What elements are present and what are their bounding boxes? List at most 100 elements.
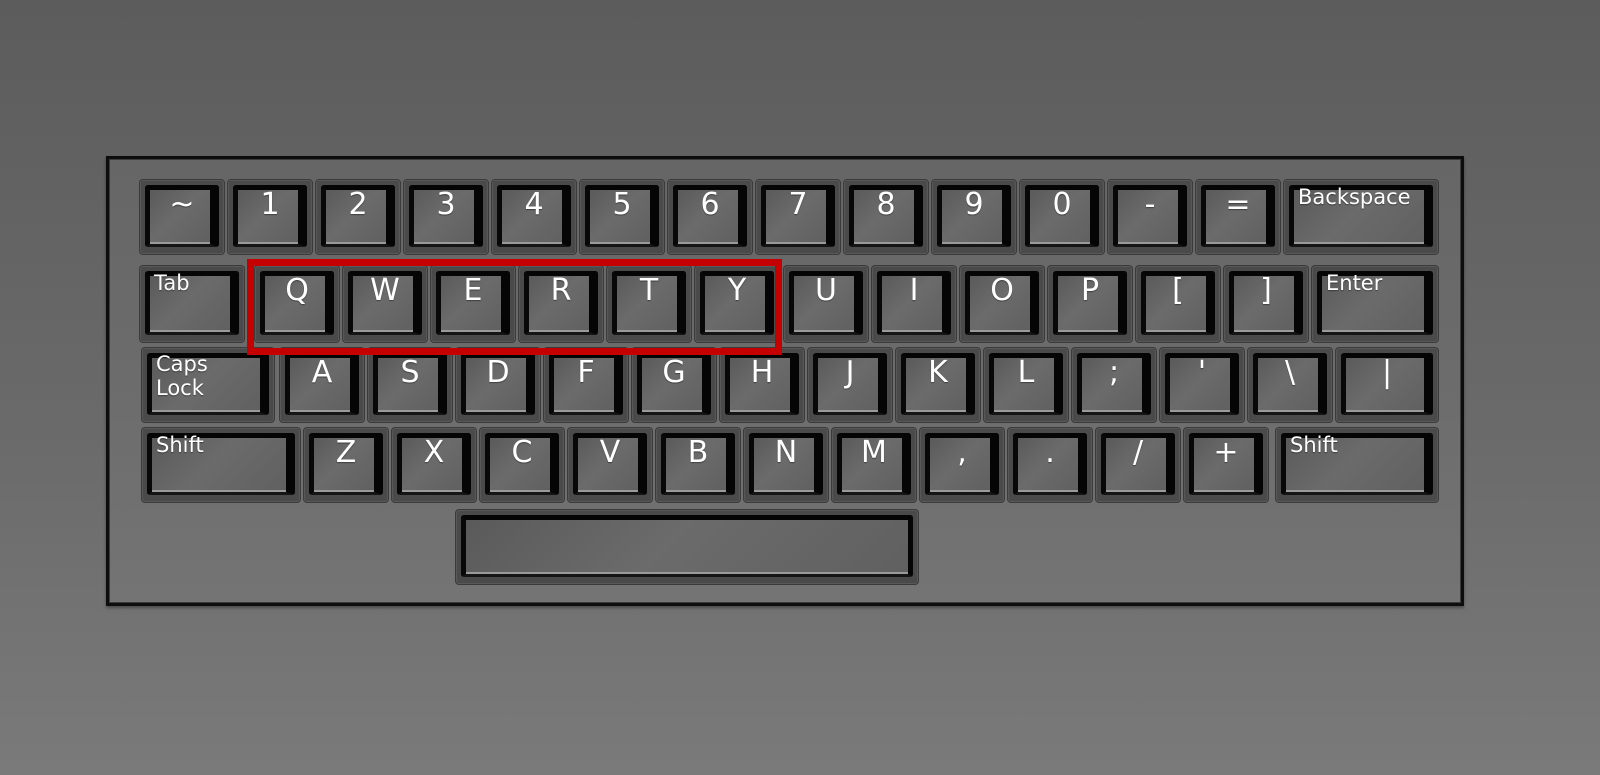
key-label: Enter [1326, 271, 1383, 295]
key-tab[interactable]: Tab [140, 266, 244, 342]
key-label: ] [1260, 273, 1272, 308]
key-label: H [750, 355, 774, 390]
key-shift-right[interactable]: Shift [1276, 428, 1438, 502]
key-label: ; [1108, 355, 1120, 390]
key-left-bracket[interactable]: [ [1136, 266, 1220, 342]
key-label: 2 [348, 187, 368, 222]
key-8[interactable]: 8 [844, 180, 928, 254]
key-label: 9 [964, 187, 984, 222]
key-b[interactable]: B [656, 428, 740, 502]
key-plus[interactable]: + [1184, 428, 1268, 502]
key-i[interactable]: I [872, 266, 956, 342]
key-label: Shift [1290, 433, 1338, 457]
key-minus[interactable]: - [1108, 180, 1192, 254]
key-label: Z [335, 435, 357, 470]
key-3[interactable]: 3 [404, 180, 488, 254]
key-r[interactable]: R [519, 266, 603, 342]
key-n[interactable]: N [744, 428, 828, 502]
key-label: N [774, 435, 798, 470]
key-label: P [1080, 273, 1100, 308]
key-backslash[interactable]: \ [1248, 348, 1332, 422]
key-o[interactable]: O [960, 266, 1044, 342]
key-w[interactable]: W [343, 266, 427, 342]
key-x[interactable]: X [392, 428, 476, 502]
key-label: I [909, 273, 919, 308]
key-t[interactable]: T [607, 266, 691, 342]
key-label: Tab [154, 271, 190, 295]
key-2[interactable]: 2 [316, 180, 400, 254]
key-7[interactable]: 7 [756, 180, 840, 254]
key-label: W [370, 273, 400, 308]
key-label: [ [1172, 273, 1184, 308]
key-spacebar[interactable] [456, 510, 918, 584]
key-c[interactable]: C [480, 428, 564, 502]
key-4[interactable]: 4 [492, 180, 576, 254]
key-label: = [1225, 187, 1251, 222]
key-label: C [511, 435, 533, 470]
key-f[interactable]: F [544, 348, 628, 422]
key-label: Backspace [1298, 185, 1411, 209]
key-right-bracket[interactable]: ] [1224, 266, 1308, 342]
key-tilde[interactable]: ~ [140, 180, 224, 254]
key-d[interactable]: D [456, 348, 540, 422]
key-enter[interactable]: Enter [1312, 266, 1438, 342]
key-y[interactable]: Y [695, 266, 779, 342]
key-label: \ [1284, 355, 1296, 390]
key-l[interactable]: L [984, 348, 1068, 422]
key-slash[interactable]: / [1096, 428, 1180, 502]
key-label: , [957, 435, 967, 470]
key-9[interactable]: 9 [932, 180, 1016, 254]
key-j[interactable]: J [808, 348, 892, 422]
key-label: . [1045, 435, 1055, 470]
key-5[interactable]: 5 [580, 180, 664, 254]
key-label: F [577, 355, 595, 390]
key-label: U [815, 273, 837, 308]
key-k[interactable]: K [896, 348, 980, 422]
key-label: Y [727, 273, 747, 308]
key-label: D [486, 355, 510, 390]
key-label: Shift [156, 433, 204, 457]
key-a[interactable]: A [280, 348, 364, 422]
key-v[interactable]: V [568, 428, 652, 502]
key-label: 7 [788, 187, 808, 222]
key-label: S [400, 355, 420, 390]
key-s[interactable]: S [368, 348, 452, 422]
key-label: ~ [169, 187, 195, 222]
key-m[interactable]: M [832, 428, 916, 502]
key-label: 1 [260, 187, 280, 222]
key-equals[interactable]: = [1196, 180, 1280, 254]
key-label: A [311, 355, 333, 390]
key-z[interactable]: Z [304, 428, 388, 502]
key-label: | [1381, 355, 1393, 390]
key-caps-lock[interactable]: Caps Lock [142, 348, 274, 422]
key-label: ' [1197, 355, 1207, 390]
key-shift-left[interactable]: Shift [142, 428, 300, 502]
key-q[interactable]: Q [255, 266, 339, 342]
key-1[interactable]: 1 [228, 180, 312, 254]
key-comma[interactable]: , [920, 428, 1004, 502]
key-e[interactable]: E [431, 266, 515, 342]
key-6[interactable]: 6 [668, 180, 752, 254]
key-g[interactable]: G [632, 348, 716, 422]
key-label: 6 [700, 187, 720, 222]
key-label: K [928, 355, 948, 390]
key-label: 8 [876, 187, 896, 222]
key-apostrophe[interactable]: ' [1160, 348, 1244, 422]
key-label: E [463, 273, 483, 308]
key-backspace[interactable]: Backspace [1284, 180, 1438, 254]
key-label: M [861, 435, 887, 470]
key-label: O [990, 273, 1014, 308]
key-label: 5 [612, 187, 632, 222]
key-p[interactable]: P [1048, 266, 1132, 342]
key-label: G [662, 355, 686, 390]
key-label: L [1017, 355, 1035, 390]
key-period[interactable]: . [1008, 428, 1092, 502]
key-h[interactable]: H [720, 348, 804, 422]
key-u[interactable]: U [784, 266, 868, 342]
key-semicolon[interactable]: ; [1072, 348, 1156, 422]
key-0[interactable]: 0 [1020, 180, 1104, 254]
key-pipe[interactable]: | [1336, 348, 1438, 422]
keyboard-scene: ~1 2 3 4 5 6 7 8 9 0 - = Backspace Tab Q W E R T Y U I O P [] Ent… [0, 0, 1600, 775]
keycap [461, 515, 913, 577]
key-label: J [845, 355, 855, 390]
